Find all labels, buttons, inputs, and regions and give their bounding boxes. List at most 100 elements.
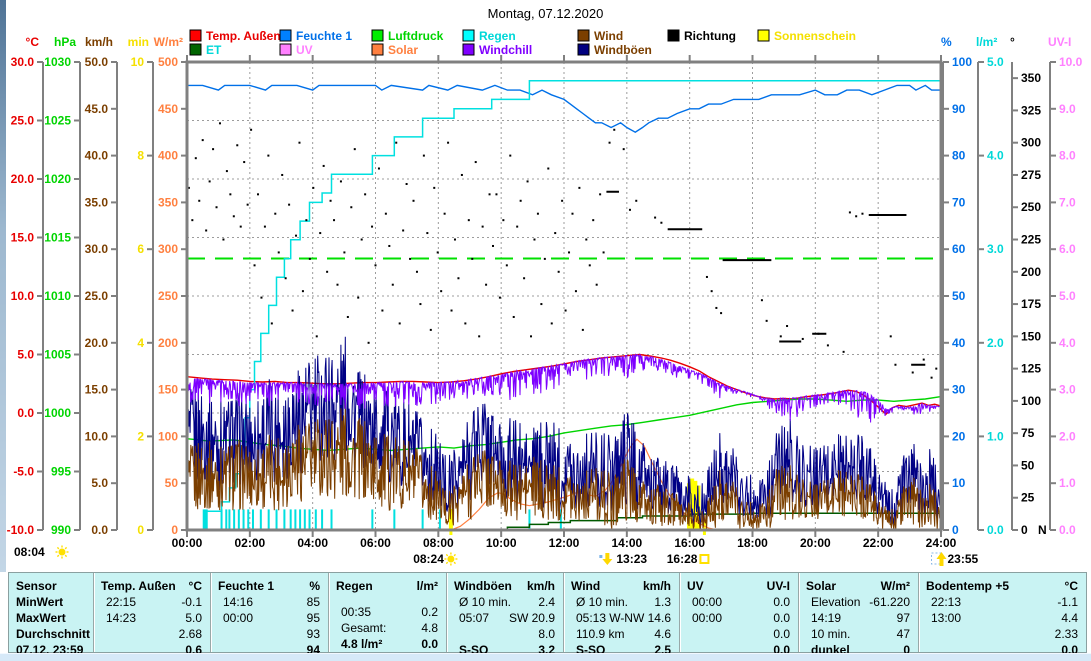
axis-tick-label: 990	[51, 523, 71, 537]
rain-tick	[371, 509, 373, 530]
direction-dot	[357, 297, 359, 299]
direction-dot	[336, 284, 338, 286]
direction-dot	[364, 193, 366, 195]
cell-time	[447, 626, 459, 642]
axis-unit-label: l/m²	[976, 35, 997, 49]
direction-dot	[468, 219, 470, 221]
x-tick-label: 08:00	[423, 536, 454, 550]
x-tick-label: 04:00	[297, 536, 328, 550]
axis-tick-label: 8	[137, 149, 144, 163]
legend-label: Wind	[594, 29, 623, 43]
direction-dot	[399, 322, 401, 324]
direction-dot	[623, 148, 625, 150]
cell-time	[211, 626, 223, 642]
axis-tick-label: 225	[1021, 233, 1041, 247]
axis-tick-label: 6	[137, 242, 144, 256]
direction-dot	[533, 239, 535, 241]
cell-value: 97	[897, 610, 918, 626]
direction-dot	[330, 200, 332, 202]
axis-tick-label: 0	[952, 523, 959, 537]
stats-table: SensorMinWertMaxWertDurchschnitt07.12. 2…	[8, 572, 1087, 653]
axis-tick-label: 2	[137, 429, 144, 443]
axis-tick-label: 0	[137, 523, 144, 537]
direction-dot	[437, 251, 439, 253]
direction-dot	[461, 174, 463, 176]
table-cell-row: 10 min. 47	[799, 626, 918, 642]
legend-label: Solar	[388, 43, 418, 57]
direction-dot	[219, 122, 221, 124]
rain-tick	[331, 509, 333, 530]
direction-dot	[502, 219, 504, 221]
direction-dot	[544, 258, 546, 260]
moon-set-icon-ray	[57, 547, 58, 548]
table-cell-row: 110.9 km4.6	[564, 626, 679, 642]
cell-value: 4.4	[1061, 610, 1086, 626]
rain-tick	[247, 509, 249, 530]
table-col-header: Bodentemp +5°C	[919, 578, 1086, 594]
table-col-header: Feuchte 1%	[211, 578, 328, 594]
direction-dot	[395, 142, 397, 144]
rain-tick	[276, 509, 278, 530]
axis-tick-label: 175	[1021, 297, 1041, 311]
direction-dot	[720, 312, 722, 314]
axis-tick-label: 1000	[44, 406, 71, 420]
cell-time: 10 min.	[799, 626, 850, 642]
moon-set-icon-ray	[65, 547, 66, 548]
direction-dot	[489, 193, 491, 195]
rain-tick	[228, 509, 230, 530]
axis-tick-label: -5.0	[13, 465, 34, 479]
direction-dot	[326, 271, 328, 273]
rain-tick	[233, 509, 235, 530]
direction-dot	[222, 239, 224, 241]
axis-tick-label: 1020	[44, 172, 71, 186]
axis-tick-label: 150	[158, 383, 178, 397]
x-tick-label: 06:00	[360, 536, 391, 550]
direction-dot	[385, 213, 387, 215]
direction-dot	[440, 290, 442, 292]
axis-tick-label: 10.0	[1059, 55, 1083, 69]
cell-value: SW 20.9	[509, 610, 563, 626]
axis-tick-label: 0.0	[17, 406, 34, 420]
col-header-name: Wind	[564, 578, 600, 594]
direction-dot	[894, 364, 896, 366]
axis-tick-label: 0.0	[987, 523, 1004, 537]
axis-unit-label: %	[941, 35, 952, 49]
table-cell-row: 22:15-0.1	[94, 594, 210, 610]
direction-dot	[378, 168, 380, 170]
direction-dot	[285, 277, 287, 279]
direction-dot	[578, 187, 580, 189]
axis-tick-label: 60	[952, 242, 966, 256]
cell-value: 1.3	[654, 594, 679, 610]
axis-tick-label: 0	[1021, 523, 1028, 537]
axis-tick-label: 8.0	[1059, 149, 1076, 163]
astro-marker-time: 23:55	[947, 552, 978, 566]
axis-tick-label: 40	[952, 336, 966, 350]
table-cell-row	[329, 594, 446, 604]
axis-tick-label: 1.0	[987, 429, 1004, 443]
table-cell-row: 05:13W-NW 14.6	[564, 610, 679, 626]
axis-tick-label: 10.0	[11, 289, 35, 303]
direction-dot	[419, 303, 421, 305]
axis-tick-label: 70	[952, 195, 966, 209]
col-header-unit: °C	[1065, 578, 1086, 594]
direction-dot	[843, 351, 845, 353]
direction-dot	[540, 303, 542, 305]
axis-tick-label: 50.0	[85, 55, 109, 69]
direction-dot	[454, 239, 456, 241]
astro-marker-time: 08:04	[14, 545, 45, 559]
cell-value: W-NW 14.6	[609, 610, 679, 626]
rain-tick	[321, 509, 323, 530]
direction-dot	[530, 335, 532, 337]
axis-tick-label: 30	[952, 383, 966, 397]
row-label-text: MaxWert	[9, 610, 66, 626]
table-cell-row: 8.0	[447, 626, 563, 642]
legend-swatch	[280, 30, 291, 41]
direction-dot	[254, 264, 256, 266]
direction-dot	[292, 310, 294, 312]
direction-dot	[613, 129, 615, 131]
direction-dot	[547, 168, 549, 170]
cell-value: 47	[897, 626, 918, 642]
direction-dot	[509, 155, 511, 157]
table-col-header: Regenl/m²	[329, 578, 446, 594]
direction-dot	[302, 290, 304, 292]
